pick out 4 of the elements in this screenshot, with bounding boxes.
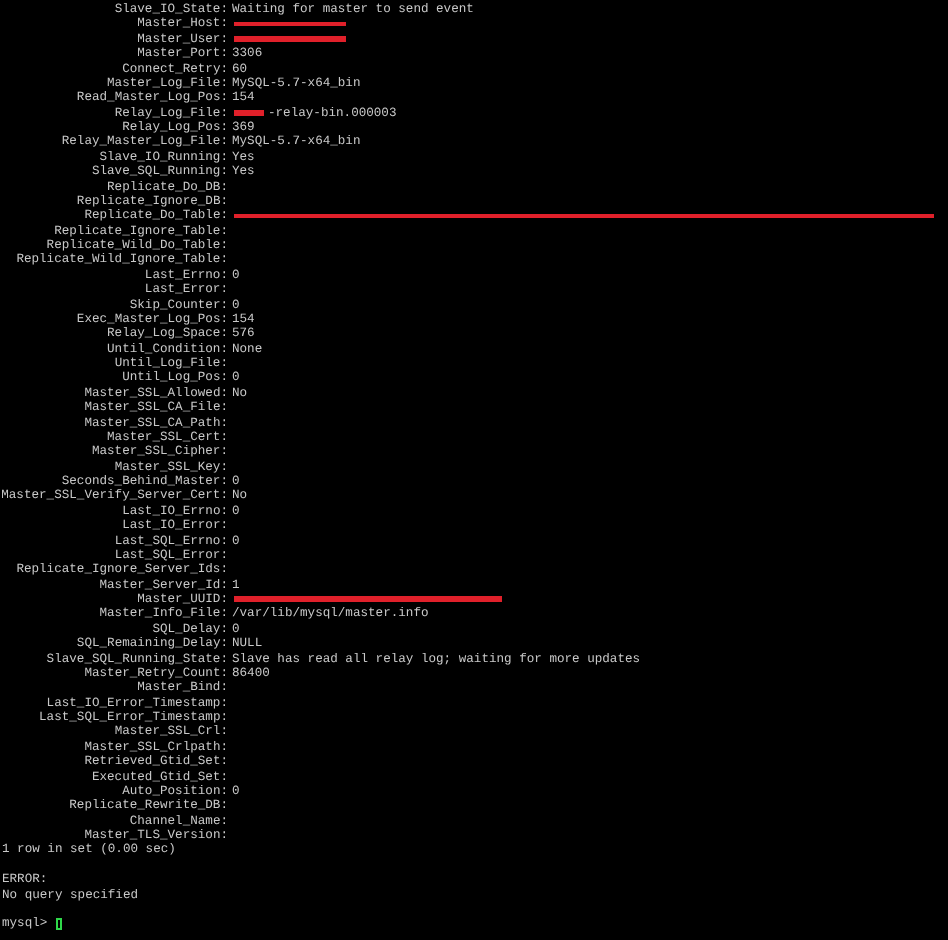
redaction-bar xyxy=(234,110,264,116)
redaction-bar xyxy=(234,36,346,42)
text-cursor[interactable] xyxy=(55,917,62,930)
redaction-bar xyxy=(234,21,346,27)
